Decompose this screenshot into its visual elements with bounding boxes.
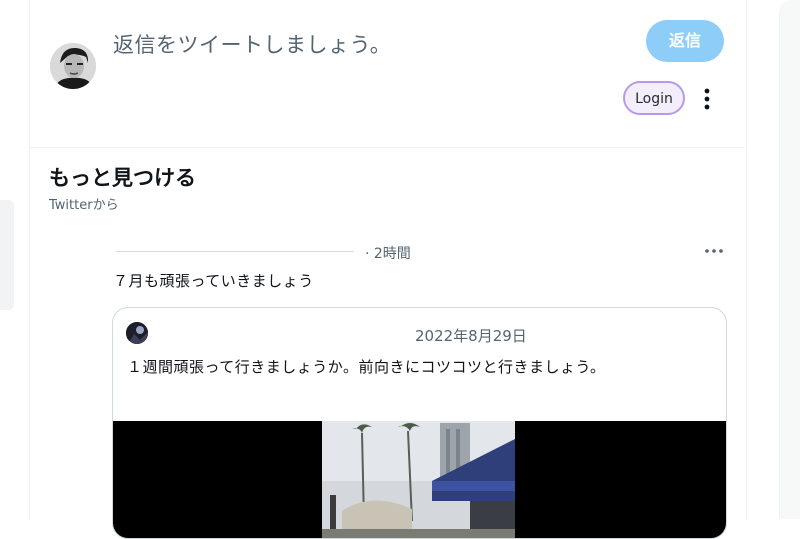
more-options-icon[interactable] [697,86,717,114]
section-title: もっと見つける [49,166,196,190]
section-divider [30,147,745,148]
user-avatar[interactable] [50,43,96,89]
right-sidebar [779,0,800,519]
quoted-author-avatar [126,322,148,344]
avatar-portrait-icon [50,43,96,89]
quoted-tweet-date: 2022年8月29日 [415,327,527,345]
left-panel-shade [0,200,14,310]
login-button[interactable]: Login [623,81,685,115]
quoted-tweet-text: １週間頑張って行きましょうか。前向きにコツコツと行きましょう。 [127,358,606,376]
redacted-author-name [116,251,354,252]
reply-button[interactable]: 返信 [646,20,724,62]
more-horizontal-icon[interactable] [703,243,725,257]
section-subtitle: Twitterから [49,198,119,213]
tweet-text: ７月も頑張っていきましょう [113,272,314,290]
quoted-tweet-video[interactable] [113,421,726,538]
reply-input[interactable]: 返信をツイートしましょう。 [113,29,391,59]
tweet-timestamp[interactable]: · 2時間 [365,243,411,263]
quoted-tweet-card[interactable]: 2022年8月29日 １週間頑張って行きましょうか。前向きにコツコツと行きましょ… [112,307,727,539]
video-thumbnail [322,421,515,538]
